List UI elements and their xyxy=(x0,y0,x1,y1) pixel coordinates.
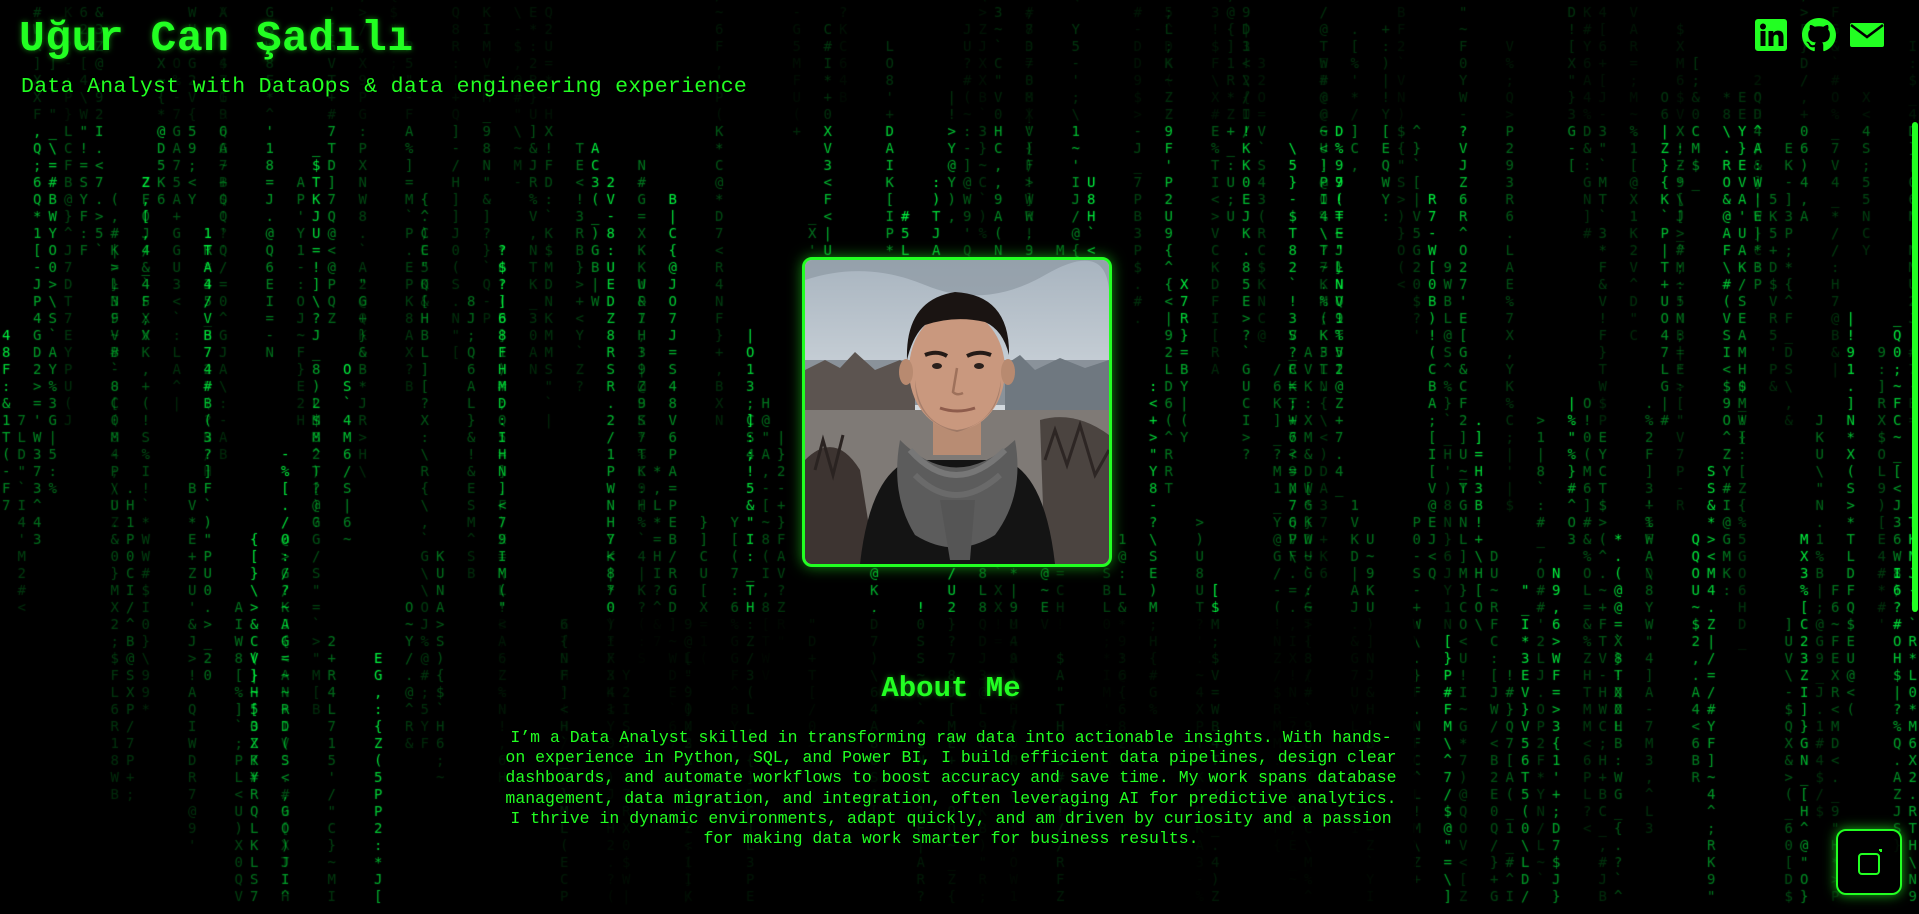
linkedin-link[interactable] xyxy=(1753,18,1789,52)
scrollbar[interactable] xyxy=(1911,0,1919,914)
linkedin-icon xyxy=(1755,19,1787,51)
about-section: About Me I’m a Data Analyst skilled in t… xyxy=(486,612,1416,914)
site-header: Uğur Can Şadılı Data Analyst with DataOp… xyxy=(0,0,1919,122)
about-body: I’m a Data Analyst skilled in transformi… xyxy=(505,728,1397,849)
site-tagline: Data Analyst with DataOps & data enginee… xyxy=(21,75,748,99)
portrait-image xyxy=(805,260,1109,564)
about-title: About Me xyxy=(881,672,1021,705)
mail-icon xyxy=(1850,23,1884,47)
site-title: Uğur Can Şadılı xyxy=(19,14,414,63)
scrollbar-thumb[interactable] xyxy=(1912,122,1918,612)
window-icon xyxy=(1858,849,1882,875)
email-link[interactable] xyxy=(1849,18,1885,52)
github-icon xyxy=(1802,18,1836,52)
floating-window-button[interactable] xyxy=(1836,829,1902,895)
social-links xyxy=(1753,18,1885,52)
github-link[interactable] xyxy=(1801,18,1837,52)
profile-photo xyxy=(802,257,1112,567)
